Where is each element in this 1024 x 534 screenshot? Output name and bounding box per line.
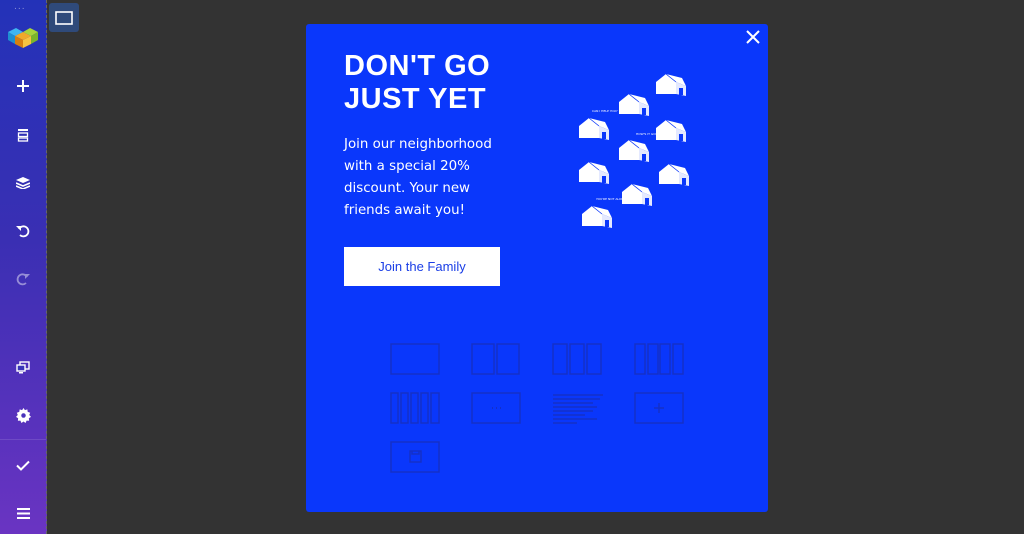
caption-1: CAN I HELP YOU? [592, 109, 618, 113]
menu-button[interactable] [0, 498, 46, 528]
house-icon [581, 205, 613, 229]
house-icon [618, 93, 650, 117]
caption-2: HOW'S IT GOING? [636, 132, 663, 136]
undo-button[interactable] [0, 216, 46, 246]
check-icon [16, 460, 30, 471]
editor-sidebar: ... [0, 0, 47, 534]
placeholder-one-column [390, 343, 440, 375]
placeholder-add-element [634, 392, 684, 424]
plus-icon [17, 80, 29, 92]
placeholder-text-block [553, 394, 603, 424]
desktop-icon [55, 10, 73, 25]
desktop-view-toggle[interactable] [49, 3, 79, 32]
placeholder-add-image [390, 441, 440, 473]
house-icon [655, 73, 687, 97]
popup-title: DON'T GO JUST YET [344, 50, 490, 116]
redo-icon [16, 273, 30, 286]
title-line-2: JUST YET [344, 83, 487, 115]
close-icon [746, 30, 760, 44]
house-icon [621, 183, 653, 207]
layers-icon [16, 177, 30, 189]
redo-button[interactable] [0, 264, 46, 294]
house-icon [655, 119, 687, 143]
title-line-1: DON'T GO [344, 50, 491, 82]
layout-placeholder-grid [390, 343, 684, 473]
body-line: friends await you! [344, 203, 465, 218]
join-the-family-button[interactable]: Join the Family [344, 247, 500, 286]
house-icon [618, 139, 650, 163]
caption-3: YOU'RE NOT ALONE! [596, 197, 627, 201]
exit-intent-popup: DON'T GO JUST YET Join our neighborhood … [306, 24, 768, 512]
sidebar-divider [0, 439, 46, 440]
placeholder-three-columns [552, 343, 602, 375]
settings-button[interactable] [0, 400, 46, 430]
responsive-view-button[interactable] [0, 352, 46, 382]
houses-illustration: CAN I HELP YOU? HOW'S IT GOING? YOU'RE N… [578, 73, 690, 229]
placeholder-content-element [471, 392, 521, 424]
devices-icon [16, 360, 30, 373]
placeholder-two-columns [471, 343, 520, 375]
placeholder-five-columns [390, 392, 440, 424]
undo-icon [16, 225, 30, 238]
hamburger-icon [16, 507, 30, 519]
house-icon [578, 117, 610, 141]
body-line: discount. Your new [344, 181, 471, 196]
house-icon [578, 161, 610, 185]
close-button[interactable] [742, 26, 764, 48]
body-line: Join our neighborhood [344, 137, 492, 152]
template-icon [17, 129, 29, 142]
placeholder-four-columns [634, 343, 684, 375]
save-button[interactable] [0, 450, 46, 480]
templates-button[interactable] [0, 120, 46, 150]
layers-button[interactable] [0, 168, 46, 198]
body-line: with a special 20% [344, 159, 470, 174]
logo-icon [6, 24, 40, 50]
house-icon [658, 163, 690, 187]
drag-handle[interactable]: ... [14, 2, 26, 12]
popup-body-text: Join our neighborhood with a special 20%… [344, 134, 534, 222]
add-element-button[interactable] [0, 71, 46, 101]
gear-icon [15, 407, 31, 423]
